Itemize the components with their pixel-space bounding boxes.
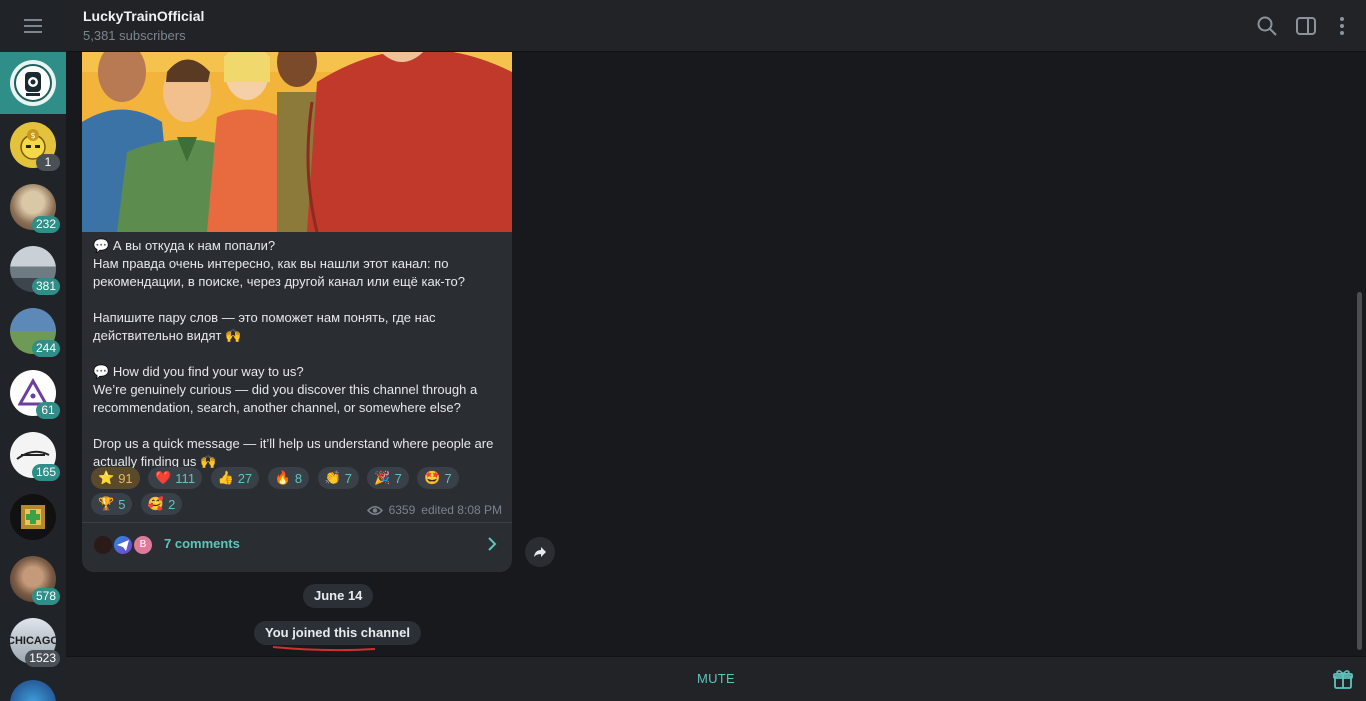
avatar-label: CHICAGO [10,635,56,647]
reaction-emoji: 👍 [217,470,234,485]
channel-title[interactable]: LuckyTrainOfficial [83,8,204,24]
reaction-party[interactable]: 🎉 7 [367,467,409,489]
comments-row[interactable]: B 7 comments [82,524,512,564]
commenter-avatar [92,534,114,556]
reaction-heart[interactable]: ❤️ 111 [148,467,203,489]
people-illustration [82,52,512,232]
pixel-coin-icon [21,505,45,529]
eye-icon [366,505,383,515]
chat-item[interactable]: 578 [10,556,60,605]
reaction-count: 7 [444,470,452,486]
comments-divider [82,522,512,523]
commenter-avatar [112,534,134,556]
speech-icon: 💬 [93,238,110,253]
reaction-emoji: 🏆 [98,496,115,511]
ru-paragraph-2: Напишите пару слов — это поможет нам пон… [93,310,436,343]
reaction-thumbs-up[interactable]: 👍 27 [210,467,260,489]
share-button[interactable] [525,537,555,567]
joined-service-message: You joined this channel [254,621,421,645]
post-image[interactable] [82,52,512,232]
chat-item[interactable] [10,494,56,540]
reaction-count: 2 [168,496,176,512]
reaction-emoji: 🔥 [274,470,291,485]
reaction-emoji: ⭐ [98,470,115,485]
sidebar-toggle-icon[interactable] [1295,15,1317,37]
date-separator: June 14 [303,584,374,608]
reaction-emoji: 👏 [324,470,341,485]
unread-badge: 165 [31,464,60,481]
unread-badge: 244 [31,340,60,357]
mute-button[interactable]: MUTE [66,671,1366,686]
search-icon[interactable] [1256,15,1278,37]
reaction-fire[interactable]: 🔥 8 [267,467,310,489]
channel-post: 💬 А вы откуда к нам попали? Нам правда о… [82,52,512,572]
chat-item[interactable]: 381 [10,246,60,295]
unread-badge: 1 [36,154,60,171]
unread-badge: 578 [31,588,60,605]
reaction-count: 8 [294,470,303,486]
reaction-count: 91 [118,470,133,486]
menu-button[interactable] [0,0,66,52]
telegram-icon [117,540,129,551]
subscriber-count: 5,381 subscribers [83,28,186,43]
scrollbar[interactable] [1356,52,1364,655]
channel-footer: MUTE [66,656,1366,701]
unread-badge: 232 [31,216,60,233]
reaction-count: 7 [344,470,352,486]
post-text: 💬 А вы откуда к нам попали? Нам правда о… [93,237,508,471]
en-paragraph-2: Drop us a quick message — it’ll help us … [93,436,494,469]
message-list: 💬 А вы откуда к нам попали? Нам правда о… [66,52,1356,655]
chat-header: LuckyTrainOfficial 5,381 subscribers [66,0,1366,52]
reaction-star[interactable]: ⭐ 91 [91,467,140,489]
wordmark-logo-icon [16,450,50,460]
en-heading: How did you find your way to us? [112,364,304,379]
en-paragraph-1: We’re genuinely curious — did you discov… [93,382,478,415]
chevron-right-icon [488,537,497,551]
chat-item[interactable]: CHICAGO 1523 [10,618,60,667]
reaction-count: 7 [394,470,402,486]
reaction-count: 5 [118,496,126,512]
post-meta: 6359 edited 8:08 PM [366,503,502,517]
comments-label[interactable]: 7 comments [164,536,240,551]
ru-heading: А вы откуда к нам попали? [112,238,276,253]
chat-item[interactable]: 61 [10,370,60,419]
unread-badge: 381 [31,278,60,295]
reaction-emoji: 🤩 [424,470,441,485]
reaction-clap[interactable]: 👏 7 [317,467,359,489]
chat-item[interactable]: 165 [10,432,60,481]
reaction-love-face[interactable]: 🥰 2 [140,493,183,515]
view-count: 6359 [388,503,416,517]
unread-badge: 1523 [25,650,60,667]
unread-badge: 61 [36,402,60,419]
reaction-trophy[interactable]: 🏆 5 [91,493,133,515]
gift-icon[interactable] [1332,668,1354,690]
chat-item[interactable]: 232 [10,184,60,233]
chat-item[interactable]: $ 1 [10,122,60,171]
red-underline-annotation [272,646,376,652]
hamburger-icon [24,19,42,33]
scrollbar-thumb[interactable] [1357,292,1362,650]
avatar [10,494,56,540]
reaction-emoji: 🎉 [374,470,391,485]
svg-text:$: $ [31,131,36,140]
chat-item[interactable] [10,680,56,701]
ru-paragraph-1: Нам правда очень интересно, как вы нашли… [93,256,465,289]
reaction-count: 27 [237,470,253,486]
reaction-star-struck[interactable]: 🤩 7 [417,467,459,489]
chat-item-luckytrain[interactable] [10,60,56,106]
commenter-avatar: B [132,534,154,556]
forward-icon [534,547,546,557]
avatar [10,680,56,701]
reaction-count: 111 [175,470,196,486]
chat-item[interactable]: 244 [10,308,60,357]
reaction-emoji: 🥰 [147,496,165,511]
speech-icon: 💬 [93,364,110,379]
chat-list-sidebar: $ 1 232 381 244 61 165 578 CHICAGO 1523 [0,0,66,701]
avatar [10,60,56,106]
edited-time: edited 8:08 PM [421,503,502,517]
train-logo-icon [14,64,52,102]
more-vert-icon[interactable] [1331,15,1353,37]
reaction-emoji: ❤️ [155,470,172,485]
